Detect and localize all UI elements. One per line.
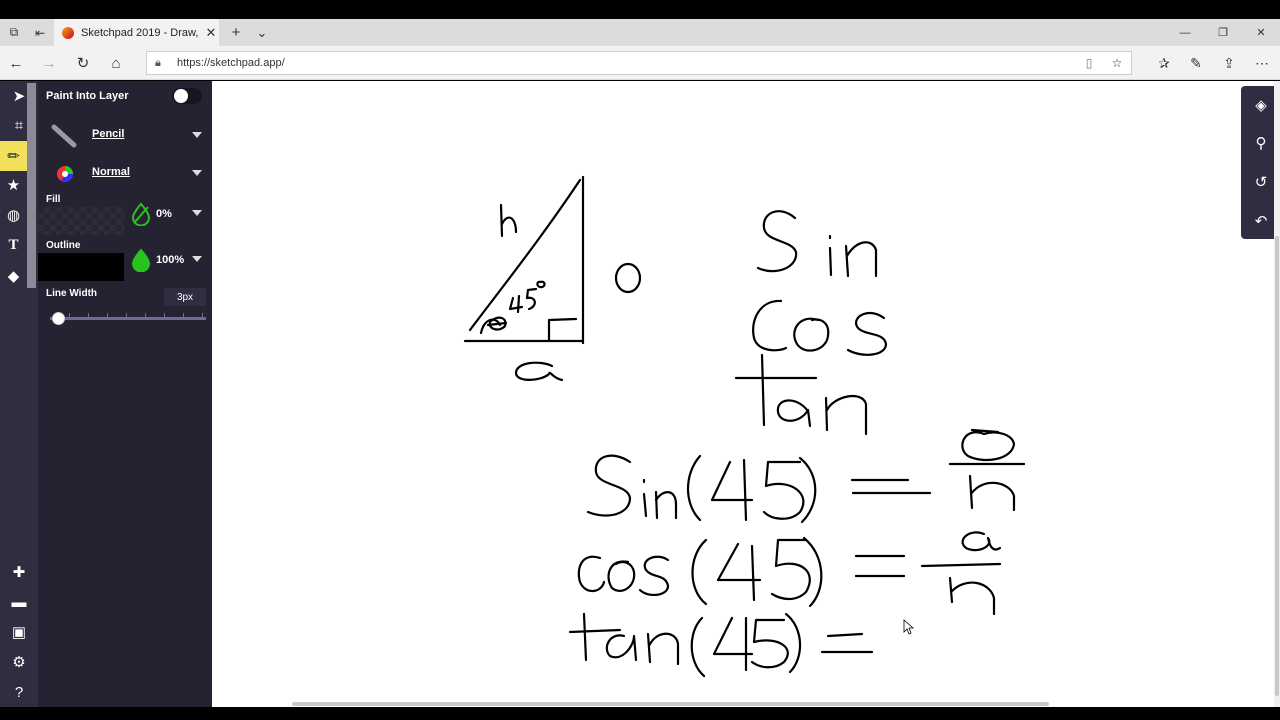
reading-view-icon[interactable]: ▯ bbox=[1075, 56, 1103, 70]
blend-dropdown-icon[interactable] bbox=[192, 170, 202, 176]
browser-tab[interactable]: Sketchpad 2019 - Draw, ✕ bbox=[54, 19, 219, 46]
plus-icon[interactable]: ✚ bbox=[0, 557, 38, 587]
restore-button[interactable]: ❐ bbox=[1204, 19, 1242, 46]
url-field[interactable]: 🔒︎ https://sketchpad.app/ ▯ ☆ bbox=[146, 51, 1132, 75]
line-width-label: Line Width bbox=[46, 288, 98, 299]
color-wheel-icon bbox=[56, 165, 74, 183]
paint-into-layer-label: Paint Into Layer bbox=[46, 90, 129, 102]
vertical-scrollbar[interactable] bbox=[1274, 81, 1280, 707]
tab-close-icon[interactable]: ✕ bbox=[203, 25, 219, 41]
text-icon[interactable]: T bbox=[0, 230, 27, 260]
globe-icon[interactable]: ◍ bbox=[0, 200, 27, 230]
folder-icon[interactable]: ▬ bbox=[0, 587, 38, 617]
line-width-slider-knob[interactable] bbox=[51, 312, 65, 325]
fill-opacity-value: 0% bbox=[156, 208, 172, 220]
line-width-slider[interactable] bbox=[50, 313, 206, 320]
blend-mode-link[interactable]: Normal bbox=[92, 166, 130, 178]
set-tabs-aside-icon[interactable]: ⇤ bbox=[28, 19, 52, 46]
fill-bucket-icon[interactable]: ◆ bbox=[0, 261, 27, 291]
bottom-strip bbox=[0, 707, 1280, 720]
outline-dropdown-icon[interactable] bbox=[192, 256, 202, 262]
back-icon[interactable]: ← bbox=[0, 46, 32, 80]
star-icon[interactable]: ★ bbox=[0, 170, 27, 200]
tab-title: Sketchpad 2019 - Draw, bbox=[81, 26, 199, 39]
outline-label: Outline bbox=[46, 240, 81, 251]
sketchpad-favicon-icon bbox=[62, 26, 74, 39]
sin-cos-tan-sketch bbox=[734, 210, 888, 436]
favorites-icon[interactable]: ✰ bbox=[1148, 46, 1180, 80]
forward-icon[interactable]: → bbox=[33, 46, 65, 80]
settings-icon[interactable]: ⚙ bbox=[0, 647, 38, 677]
favorite-star-icon[interactable]: ☆ bbox=[1103, 56, 1131, 70]
right-triangle-sketch bbox=[463, 175, 642, 382]
drawing-canvas[interactable] bbox=[212, 81, 1274, 707]
new-tab-button[interactable]: + bbox=[224, 19, 248, 46]
url-text: https://sketchpad.app/ bbox=[177, 57, 285, 69]
home-icon[interactable]: ⌂ bbox=[100, 46, 132, 80]
pencil-brush-icon bbox=[50, 121, 78, 149]
title-strip bbox=[0, 0, 1280, 19]
save-icon[interactable]: ▣ bbox=[0, 617, 38, 647]
outline-opacity-value: 100% bbox=[156, 254, 185, 266]
handwritten-drawing bbox=[463, 175, 1026, 678]
help-icon[interactable]: ? bbox=[0, 677, 38, 707]
web-note-icon[interactable]: ✎ bbox=[1180, 46, 1212, 80]
tab-list-icon[interactable]: ⌄ bbox=[250, 19, 274, 46]
tab-bar: ⧉ ⇤ Sketchpad 2019 - Draw, ✕ + ⌄ — ❐ ✕ bbox=[0, 19, 1280, 46]
close-window-button[interactable]: ✕ bbox=[1242, 19, 1280, 46]
fill-opacity-drop-icon[interactable] bbox=[131, 202, 151, 227]
paint-into-layer-toggle[interactable] bbox=[172, 88, 202, 104]
brush-type-link[interactable]: Pencil bbox=[92, 128, 124, 140]
fill-label: Fill bbox=[46, 194, 61, 205]
fill-color-swatch[interactable] bbox=[38, 207, 124, 235]
outline-opacity-drop-icon[interactable] bbox=[131, 248, 151, 273]
more-menu-icon[interactable]: ⋯ bbox=[1246, 46, 1278, 80]
horizontal-scrollbar[interactable] bbox=[292, 702, 1049, 706]
mouse-cursor-icon bbox=[903, 619, 915, 635]
outline-color-swatch[interactable] bbox=[38, 253, 124, 281]
refresh-icon[interactable]: ↻ bbox=[67, 46, 99, 80]
brush-dropdown-icon[interactable] bbox=[192, 132, 202, 138]
address-bar: ← → ↻ ⌂ 🔒︎ https://sketchpad.app/ ▯ ☆ ✰ … bbox=[0, 46, 1280, 80]
minimize-button[interactable]: — bbox=[1166, 19, 1204, 46]
toolbar-scrollbar[interactable] bbox=[27, 83, 36, 288]
pencil-icon[interactable]: ✏ bbox=[0, 141, 27, 171]
line-width-value[interactable]: 3px bbox=[164, 288, 206, 306]
fill-dropdown-icon[interactable] bbox=[192, 210, 202, 216]
equations-sketch bbox=[568, 428, 1026, 678]
tab-actions-icon[interactable]: ⧉ bbox=[2, 19, 26, 46]
share-icon[interactable]: ⇪ bbox=[1213, 46, 1245, 80]
tool-options-panel: Paint Into Layer Pencil Normal Fill 0% O… bbox=[38, 81, 212, 707]
lock-icon: 🔒︎ bbox=[155, 56, 161, 69]
